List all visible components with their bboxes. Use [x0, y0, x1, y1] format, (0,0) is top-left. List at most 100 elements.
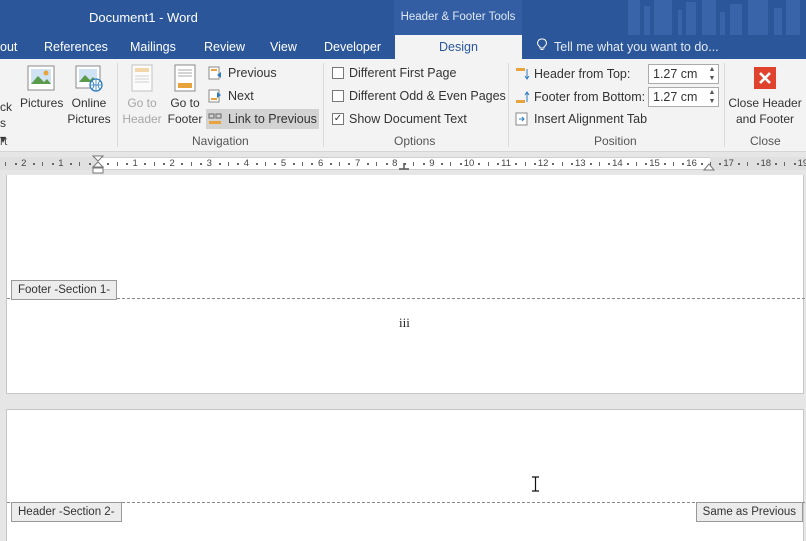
ruler-number: 7: [355, 158, 361, 169]
link-to-previous-button[interactable]: Link to Previous: [206, 109, 319, 129]
header-section-tag: Header -Section 2-: [11, 502, 122, 522]
footer-section-tag: Footer -Section 1-: [11, 280, 118, 300]
group-separator: [323, 63, 324, 147]
pictures-button[interactable]: Pictures: [20, 63, 64, 111]
close-header-footer-button[interactable]: Close Header and Footer: [727, 63, 803, 127]
ruler-tick: [107, 163, 110, 165]
online-pictures-button[interactable]: Online Pictures: [64, 63, 114, 127]
indent-marker-icon[interactable]: [92, 155, 104, 175]
ruler-number: 6: [317, 158, 324, 169]
online-pictures-label-1: Online: [71, 96, 107, 110]
go-to-footer-button[interactable]: Go to Footer: [164, 63, 206, 127]
group-separator: [724, 63, 725, 147]
right-indent-marker-icon[interactable]: [703, 161, 715, 171]
ruler-tick: [571, 163, 574, 165]
pictures-label: Pictures: [20, 96, 64, 110]
different-odd-even-checkbox[interactable]: Different Odd & Even Pages: [332, 87, 506, 105]
ruler-tick: [524, 162, 526, 166]
tab-view[interactable]: View: [270, 35, 297, 59]
header-from-top-label: Header from Top:: [534, 67, 631, 81]
ruler-tick: [487, 162, 489, 166]
tab-review[interactable]: Review: [204, 35, 245, 59]
ruler-tick: [144, 163, 147, 165]
page-2[interactable]: Header -Section 2- Same as Previous: [6, 409, 805, 541]
previous-label: Previous: [228, 66, 277, 80]
ruler-tick: [626, 163, 629, 165]
close-label-2: and Footer: [735, 112, 795, 126]
text-cursor-icon: [532, 476, 539, 492]
footer-from-bottom-spinner[interactable]: 1.27 cm ▲ ▼: [648, 87, 719, 107]
horizontal-ruler[interactable]: 2 1 1 2 3 4 5 6 7 8 9 10 11 12 13 14 15 16 17 18 19: [0, 153, 806, 175]
ruler-tick: [478, 163, 481, 165]
header-from-top-label-row: Header from Top:: [515, 64, 630, 84]
next-icon: [208, 89, 221, 103]
options-group-label: Options: [394, 134, 436, 148]
pictures-icon: [27, 65, 55, 91]
ruler-tick: [441, 163, 444, 165]
go-to-header-button[interactable]: Go to Header: [120, 63, 164, 127]
tab-developer[interactable]: Developer: [324, 35, 381, 59]
center-tab-stop-icon[interactable]: [398, 163, 410, 171]
tab-references[interactable]: References: [44, 35, 108, 59]
different-first-page-checkbox[interactable]: Different First Page: [332, 64, 456, 82]
ruler-tick: [376, 162, 378, 166]
ribbon-tab-row: out References Mailings Review View Deve…: [0, 35, 806, 59]
header-from-top-spinner[interactable]: 1.27 cm ▲ ▼: [648, 64, 719, 84]
ruler-tick: [42, 162, 44, 166]
ruler-tick: [237, 163, 240, 165]
title-bar: Document1 - Word Header & Footer Tools: [0, 0, 806, 35]
next-button[interactable]: Next: [206, 86, 254, 106]
show-document-text-checkbox[interactable]: ✓ Show Document Text: [332, 110, 467, 128]
checkbox-checked-icon: ✓: [332, 113, 344, 125]
ruler-tick: [598, 162, 600, 166]
ruler-tick: [552, 163, 555, 165]
ruler-number: 2: [21, 158, 27, 169]
tab-mailings[interactable]: Mailings: [130, 35, 176, 59]
ruler-tick: [125, 163, 128, 165]
ruler-tick: [200, 163, 203, 165]
ruler-tick: [366, 163, 369, 165]
ruler-number: 1: [132, 158, 138, 169]
previous-button[interactable]: Previous: [206, 63, 277, 83]
go-to-header-label-1: Go to: [127, 96, 157, 110]
ruler-tick: [70, 163, 73, 165]
group-separator: [117, 63, 118, 147]
close-icon: [754, 67, 776, 89]
link-to-previous-label: Link to Previous: [228, 112, 317, 126]
insert-alignment-tab-button[interactable]: Insert Alignment Tab: [515, 109, 647, 129]
ruler-number: 13: [575, 158, 586, 169]
alignment-tab-icon: [515, 112, 528, 126]
ruler-number: 4: [243, 158, 250, 169]
page-1[interactable]: Footer -Section 1- iii: [6, 175, 805, 394]
ruler-tick: [153, 162, 155, 166]
ruler-tick: [79, 162, 81, 166]
ruler-tick: [496, 163, 499, 165]
title-bar-decoration: [628, 0, 800, 35]
group-separator: [508, 63, 509, 147]
different-odd-even-label: Different Odd & Even Pages: [349, 89, 506, 103]
ruler-tick: [181, 163, 184, 165]
ruler-tick: [561, 162, 563, 166]
ruler-tick: [747, 162, 749, 166]
ruler-number: 2: [169, 158, 175, 169]
tell-me-placeholder: Tell me what you want to do...: [554, 40, 719, 54]
ruler-tick: [339, 162, 341, 166]
header-boundary-line: [7, 502, 805, 503]
ruler-tick: [422, 163, 425, 165]
document-canvas[interactable]: Footer -Section 1- iii Header -Section 2…: [0, 175, 806, 541]
ruler-number: 12: [537, 158, 549, 169]
ruler-tick: [673, 162, 675, 166]
ruler-tick: [533, 163, 536, 165]
tell-me-search[interactable]: Tell me what you want to do...: [537, 35, 719, 59]
ruler-tick: [162, 163, 165, 165]
lightbulb-icon: [537, 35, 549, 59]
spinner-arrows-icon[interactable]: ▲ ▼: [706, 65, 718, 83]
spinner-arrows-icon[interactable]: ▲ ▼: [706, 88, 718, 106]
tab-layout[interactable]: out: [0, 35, 17, 59]
ruler-number: 1: [58, 158, 64, 169]
header-from-top-value: 1.27 cm: [653, 67, 698, 81]
tab-design[interactable]: Design: [395, 35, 522, 59]
footer-page-number[interactable]: iii: [399, 315, 410, 331]
footer-from-bottom-label: Footer from Bottom:: [534, 90, 646, 104]
ruler-tick: [33, 163, 36, 165]
